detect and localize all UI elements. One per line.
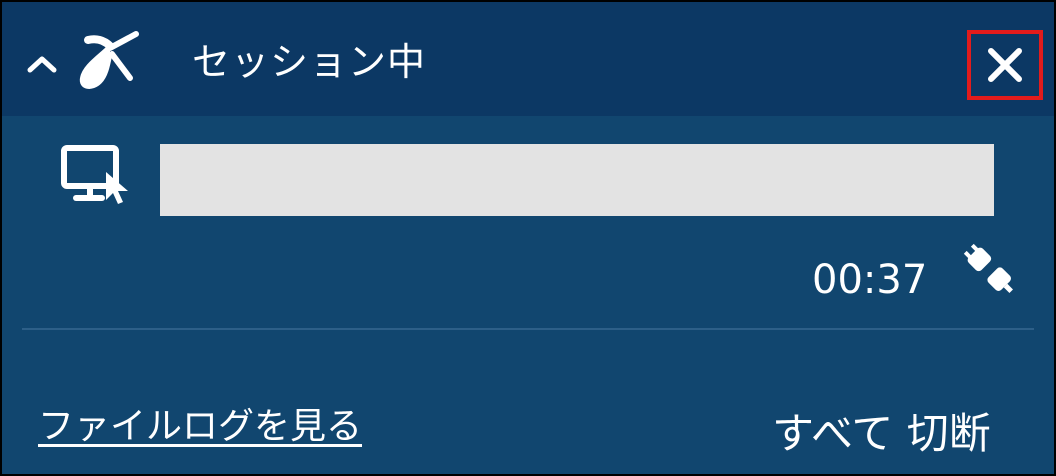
window-title: セッション中 — [192, 40, 427, 84]
plug-connection-icon[interactable] — [960, 240, 1020, 300]
title-bar: セッション中 — [2, 2, 1054, 116]
collapse-button[interactable] — [20, 42, 64, 86]
chevron-up-icon — [27, 56, 57, 73]
divider — [22, 328, 1034, 330]
elapsed-time: 00:37 — [812, 257, 928, 303]
session-name-field — [160, 144, 994, 216]
splashtop-logo-icon — [79, 31, 139, 89]
remote-screen-icon — [61, 145, 128, 204]
disconnect-all-button[interactable]: すべて 切断 — [772, 408, 991, 460]
session-window: セッション中 00:37 ファイルログを見る すべて 切断 — [0, 0, 1056, 476]
view-file-log-link[interactable]: ファイルログを見る — [38, 404, 362, 450]
close-button[interactable] — [967, 30, 1043, 100]
close-icon — [988, 48, 1022, 82]
